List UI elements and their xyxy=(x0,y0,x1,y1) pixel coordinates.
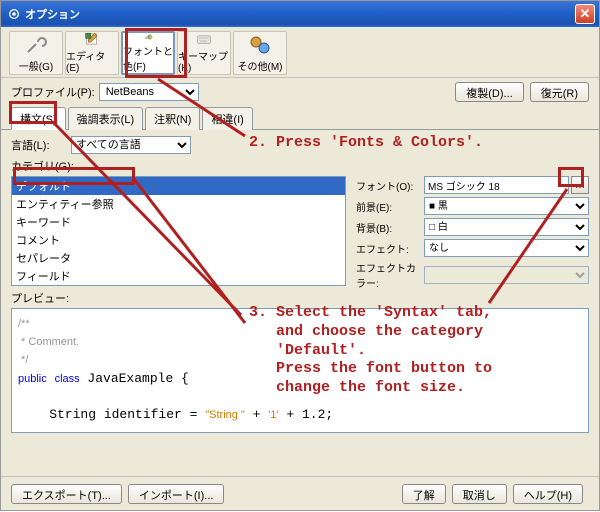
window-title: オプション xyxy=(21,6,575,22)
fonts-icon: A xyxy=(136,33,160,41)
preview-area: /** * Comment. */ public class JavaExamp… xyxy=(11,308,589,433)
bg-select[interactable]: □ 白 xyxy=(424,218,589,236)
font-label: フォント(O): xyxy=(356,178,424,193)
tab-syntax[interactable]: 構文(S) xyxy=(11,107,66,130)
tab-general[interactable]: 一般(G) xyxy=(9,31,63,75)
import-button[interactable]: インポート(I)... xyxy=(128,484,225,504)
tab-misc[interactable]: その他(M) xyxy=(233,31,287,75)
help-button[interactable]: ヘルプ(H) xyxy=(513,484,583,504)
tab-editor[interactable]: エディタ(E) xyxy=(65,31,119,75)
effectcolor-label: エフェクトカラー: xyxy=(356,260,424,290)
list-item[interactable]: マークアップ属性 xyxy=(12,285,345,286)
category-label: カテゴリ(G): xyxy=(11,158,589,174)
window-icon xyxy=(7,7,21,21)
list-item[interactable]: セパレータ xyxy=(12,249,345,267)
font-value: MS ゴシック 18 xyxy=(424,176,569,194)
lang-row: 言語(L): すべての言語 xyxy=(11,136,589,154)
list-item[interactable]: エンティティー参照 xyxy=(12,195,345,213)
fg-label: 前景(E): xyxy=(356,199,424,214)
editor-icon xyxy=(80,32,104,46)
tab-diff[interactable]: 相違(I) xyxy=(202,107,252,130)
restore-button[interactable]: 復元(R) xyxy=(530,82,589,102)
profile-row: プロファイル(P): NetBeans 複製(D)... 復元(R) xyxy=(1,78,599,106)
ok-button[interactable]: 了解 xyxy=(402,484,446,504)
close-button[interactable]: ✕ xyxy=(575,4,595,24)
effect-label: エフェクト: xyxy=(356,241,424,256)
toolbar: 一般(G) エディタ(E) A フォントと色(F) キーマップ(K) その他(M… xyxy=(1,27,599,78)
tab-highlight[interactable]: 強調表示(L) xyxy=(68,107,143,130)
font-picker-button[interactable]: … xyxy=(571,176,589,194)
list-item[interactable]: コメント xyxy=(12,231,345,249)
lang-select[interactable]: すべての言語 xyxy=(71,136,191,154)
lang-label: 言語(L): xyxy=(11,137,71,153)
profile-label: プロファイル(P): xyxy=(11,84,95,100)
tab-fonts-colors[interactable]: A フォントと色(F) xyxy=(121,31,175,75)
tab-fonts-label: フォントと色(F) xyxy=(123,43,173,73)
list-item[interactable]: キーワード xyxy=(12,213,345,231)
cancel-button[interactable]: 取消し xyxy=(452,484,507,504)
keymap-icon xyxy=(192,32,216,46)
list-item[interactable]: フィールド xyxy=(12,267,345,285)
category-list[interactable]: デフォルト エンティティー参照 キーワード コメント セパレータ フィールド マ… xyxy=(11,176,346,286)
subtabs: 構文(S) 強調表示(L) 注釈(N) 相違(I) xyxy=(1,106,599,130)
export-button[interactable]: エクスポート(T)... xyxy=(11,484,122,504)
svg-text:A: A xyxy=(144,35,148,40)
properties-panel: フォント(O): MS ゴシック 18 … 前景(E): ■ 黒 背景(B): … xyxy=(346,176,589,286)
tab-keymap-label: キーマップ(K) xyxy=(178,48,230,74)
effectcolor-select[interactable] xyxy=(424,266,589,284)
tab-editor-label: エディタ(E) xyxy=(66,48,118,74)
preview-label: プレビュー: xyxy=(11,290,589,306)
list-item[interactable]: デフォルト xyxy=(12,177,345,195)
effect-select[interactable]: なし xyxy=(424,239,589,257)
tab-keymap[interactable]: キーマップ(K) xyxy=(177,31,231,75)
titlebar: オプション ✕ xyxy=(1,1,599,27)
bg-label: 背景(B): xyxy=(356,220,424,235)
tab-general-label: 一般(G) xyxy=(19,58,53,73)
clone-button[interactable]: 複製(D)... xyxy=(455,82,523,102)
tab-annotation[interactable]: 注釈(N) xyxy=(145,107,200,130)
fg-select[interactable]: ■ 黒 xyxy=(424,197,589,215)
footer: エクスポート(T)... インポート(I)... 了解 取消し ヘルプ(H) xyxy=(1,476,599,510)
inner-panel: 言語(L): すべての言語 カテゴリ(G): デフォルト エンティティー参照 キ… xyxy=(1,130,599,479)
wrench-icon xyxy=(24,34,48,56)
tab-misc-label: その他(M) xyxy=(238,58,283,73)
misc-icon xyxy=(248,34,272,56)
profile-select[interactable]: NetBeans xyxy=(99,83,199,101)
